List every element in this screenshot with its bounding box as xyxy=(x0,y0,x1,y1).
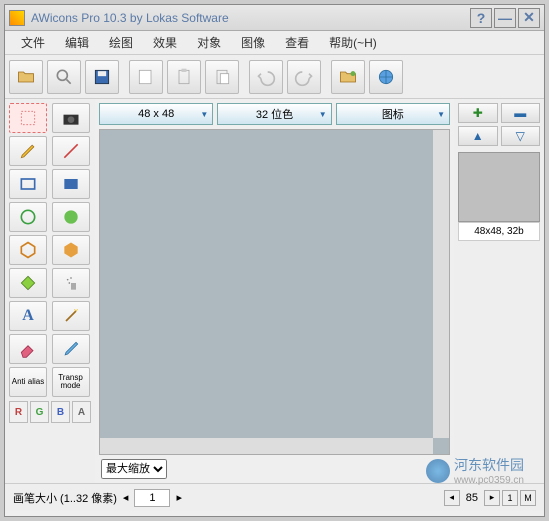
channel-r[interactable]: R xyxy=(9,401,28,423)
menu-draw[interactable]: 绘图 xyxy=(99,31,143,54)
help-button[interactable]: ? xyxy=(470,8,492,28)
circle-fill-tool[interactable] xyxy=(52,202,90,232)
hexagon-fill-tool[interactable] xyxy=(52,235,90,265)
vertical-scrollbar[interactable] xyxy=(433,130,449,438)
menu-help[interactable]: 帮助(~H) xyxy=(319,31,387,54)
search-button[interactable] xyxy=(47,60,81,94)
status-bar: 画笔大小 (1..32 像素) ◂ ▸ ◂ 85 ▸ 1 M xyxy=(5,483,544,511)
paste-button[interactable] xyxy=(205,60,239,94)
menu-image[interactable]: 图像 xyxy=(231,31,275,54)
type-dropdown[interactable]: 图标 xyxy=(336,103,450,125)
mode-1[interactable]: 1 xyxy=(502,490,518,506)
nav-prev[interactable]: ◂ xyxy=(444,490,460,506)
main-toolbar xyxy=(5,55,544,99)
right-panel: ✚ ▬ ▲ ▽ 48x48, 32b xyxy=(454,99,544,483)
size-dropdown[interactable]: 48 x 48 xyxy=(99,103,213,125)
text-tool[interactable]: A xyxy=(9,301,47,331)
transpmode-toggle[interactable]: Transp mode xyxy=(52,367,90,397)
minimize-button[interactable]: — xyxy=(494,8,516,28)
wand-tool[interactable] xyxy=(52,301,90,331)
close-button[interactable]: ✕ xyxy=(518,8,540,28)
undo-button[interactable] xyxy=(249,60,283,94)
window-title: AWicons Pro 10.3 by Lokas Software xyxy=(31,11,468,25)
brush-size-input[interactable] xyxy=(134,489,170,507)
preview-label: 48x48, 32b xyxy=(458,222,540,241)
eraser-tool[interactable] xyxy=(9,334,47,364)
library-button[interactable] xyxy=(331,60,365,94)
toolbox: A Anti alias Transp mode R G B A xyxy=(5,99,95,483)
main-area: A Anti alias Transp mode R G B A 48 x 48… xyxy=(5,99,544,483)
app-window: AWicons Pro 10.3 by Lokas Software ? — ✕… xyxy=(4,4,545,517)
nav-next[interactable]: ▸ xyxy=(484,490,500,506)
move-up-button[interactable]: ▲ xyxy=(458,126,498,146)
preview-thumbnail[interactable] xyxy=(458,152,540,222)
eyedropper-tool[interactable] xyxy=(52,334,90,364)
app-logo-icon xyxy=(9,10,25,26)
open-button[interactable] xyxy=(9,60,43,94)
rect-fill-tool[interactable] xyxy=(52,169,90,199)
nav-value: 85 xyxy=(462,492,482,504)
colordepth-dropdown[interactable]: 32 位色 xyxy=(217,103,331,125)
spray-tool[interactable] xyxy=(52,268,90,298)
dropdown-row: 48 x 48 32 位色 图标 xyxy=(97,101,452,127)
clipboard-button[interactable] xyxy=(167,60,201,94)
add-format-button[interactable]: ✚ xyxy=(458,103,498,123)
rgba-channels: R G B A xyxy=(9,401,91,423)
canvas[interactable] xyxy=(99,129,450,455)
center-panel: 48 x 48 32 位色 图标 最大缩放 xyxy=(95,99,454,483)
hexagon-outline-tool[interactable] xyxy=(9,235,47,265)
menu-view[interactable]: 查看 xyxy=(275,31,319,54)
zoom-dropdown[interactable]: 最大缩放 xyxy=(101,459,167,479)
line-tool[interactable] xyxy=(52,136,90,166)
pencil-tool[interactable] xyxy=(9,136,47,166)
fill-tool[interactable] xyxy=(9,268,47,298)
channel-g[interactable]: G xyxy=(30,401,49,423)
brush-spin-down[interactable]: ◂ xyxy=(123,491,129,504)
move-down-button[interactable]: ▽ xyxy=(501,126,541,146)
antialias-toggle[interactable]: Anti alias xyxy=(9,367,47,397)
menu-edit[interactable]: 编辑 xyxy=(55,31,99,54)
menubar: 文件 编辑 绘图 效果 对象 图像 查看 帮助(~H) xyxy=(5,31,544,55)
remove-format-button[interactable]: ▬ xyxy=(501,103,541,123)
horizontal-scrollbar[interactable] xyxy=(100,438,433,454)
channel-b[interactable]: B xyxy=(51,401,70,423)
save-button[interactable] xyxy=(85,60,119,94)
brush-label: 画笔大小 (1..32 像素) xyxy=(13,490,117,506)
channel-a[interactable]: A xyxy=(72,401,91,423)
brush-spin-up[interactable]: ▸ xyxy=(176,491,182,504)
menu-file[interactable]: 文件 xyxy=(11,31,55,54)
titlebar: AWicons Pro 10.3 by Lokas Software ? — ✕ xyxy=(5,5,544,31)
rect-outline-tool[interactable] xyxy=(9,169,47,199)
zoom-row: 最大缩放 xyxy=(97,457,452,481)
new-image-button[interactable] xyxy=(129,60,163,94)
right-status: ◂ 85 ▸ 1 M xyxy=(444,490,536,506)
menu-effect[interactable]: 效果 xyxy=(143,31,187,54)
mode-m[interactable]: M xyxy=(520,490,536,506)
select-tool[interactable] xyxy=(9,103,47,133)
redo-button[interactable] xyxy=(287,60,321,94)
menu-object[interactable]: 对象 xyxy=(187,31,231,54)
circle-outline-tool[interactable] xyxy=(9,202,47,232)
web-button[interactable] xyxy=(369,60,403,94)
camera-tool[interactable] xyxy=(52,103,90,133)
